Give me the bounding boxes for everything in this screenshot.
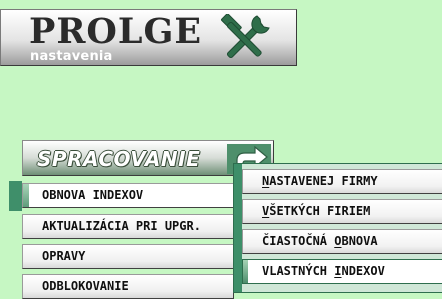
menu-item-odblokovanie[interactable]: ODBLOKOVANIE (22, 274, 234, 299)
submenu-item-text: ASTAVENEJ FIRMY (269, 174, 378, 188)
menu-item-obnova-indexov[interactable]: OBNOVA INDEXOV (22, 183, 234, 208)
app-logo-banner: PROLGE nastavenia (0, 9, 297, 66)
submenu-item-text: NDEXOV (341, 264, 385, 278)
hammer-wrench-icon (221, 14, 270, 59)
app-subtitle: nastavenia (30, 49, 113, 64)
submenu-item-ciastocna-obnova[interactable]: ČIASTOČNÁ OBNOVA (242, 229, 442, 254)
submenu-item-vsetkych-firiem[interactable]: VŠETKÝCH FIRIEM (242, 199, 442, 224)
app-title: PROLGE (29, 11, 203, 52)
submenu-item-text: ČIASTOČNÁ (262, 234, 335, 248)
active-item-indicator (9, 181, 22, 211)
submenu-item-text: BNOVA (341, 234, 378, 248)
menu-item-opravy[interactable]: OPRAVY (22, 244, 234, 269)
menu-item-aktualizacia[interactable]: AKTUALIZÁCIA PRI UPGR. (22, 214, 234, 239)
submenu-panel: NASTAVENEJ FIRMY VŠETKÝCH FIRIEM ČIASTOČ… (233, 163, 442, 293)
submenu-item-text: VLASTNÝCH (262, 264, 335, 278)
submenu-item-vlastnych-indexov[interactable]: VLASTNÝCH INDEXOV (242, 259, 442, 284)
submenu-item-text: ŠETKÝCH FIRIEM (269, 204, 371, 218)
submenu-item-nastavenej-firmy[interactable]: NASTAVENEJ FIRMY (242, 169, 442, 194)
section-label: SPRACOVANIE (37, 147, 201, 171)
